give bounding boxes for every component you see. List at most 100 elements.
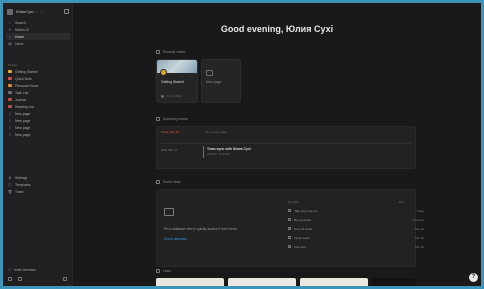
home-views-empty-text: Pin a database view to quickly access it… xyxy=(164,227,238,231)
chevron-down-icon: ⌄ xyxy=(40,10,44,14)
learn-card[interactable] xyxy=(372,278,416,286)
sidebar-page-item[interactable]: Getting Started xyxy=(6,68,70,75)
workspace-switcher[interactable]: Юлия Сухі ... ⌄ xyxy=(7,7,71,17)
inbox-icon: ▤ xyxy=(8,41,12,46)
due-header: Due xyxy=(399,200,405,204)
task-due: Today xyxy=(416,208,424,213)
sidebar-item-label: Settings xyxy=(15,175,28,180)
avatar xyxy=(161,94,164,98)
sidebar-item-label: Quick Note xyxy=(15,76,32,81)
card-meta: Jul 10, 2024 xyxy=(161,94,181,98)
recent-card-new-page[interactable]: New page xyxy=(201,59,241,103)
learn-card[interactable] xyxy=(300,278,368,286)
checkbox[interactable] xyxy=(288,217,292,222)
help-button[interactable]: ? xyxy=(469,273,478,282)
home-icon: ⌂ xyxy=(8,34,12,39)
page-icon xyxy=(8,104,12,109)
select-database-link[interactable]: Select database xyxy=(164,237,187,241)
task-row[interactable]: Buy groceries Yesterday xyxy=(288,215,424,224)
sidebar-page-item[interactable]: ▯ New page xyxy=(6,131,70,138)
page-title: Good evening, Юлия Сухі xyxy=(220,24,334,34)
workspace-name: Юлия Сухі ... xyxy=(16,10,38,14)
gear-icon: ⚙ xyxy=(8,175,12,180)
trash-icon: 🗑 xyxy=(7,189,13,194)
new-page-icon[interactable] xyxy=(64,9,69,14)
sidebar-item-settings[interactable]: ⚙ Settings xyxy=(6,174,70,181)
divider xyxy=(161,143,411,144)
sidebar-item-templates[interactable]: ◫ Templates xyxy=(6,181,70,188)
section-title: Home views xyxy=(163,180,181,184)
invite-icon: ⚇ xyxy=(8,268,12,272)
section-title: Recently visited xyxy=(163,50,186,54)
page-color-dot xyxy=(8,90,12,95)
sidebar-item-label: Getting Started xyxy=(15,69,38,74)
sidebar-item-trash[interactable]: 🗑 Trash xyxy=(6,188,70,195)
task-label: Take Fig to the vet xyxy=(294,208,318,213)
sidebar-page-item[interactable]: Personal Home xyxy=(6,82,70,89)
checkbox[interactable] xyxy=(288,235,292,240)
tasks-header: My tasks xyxy=(288,200,300,204)
task-row[interactable]: Take Fig to the vet Today xyxy=(288,206,424,215)
sidebar-item-notion-ai[interactable]: ✦ Notion AI xyxy=(6,26,70,33)
sidebar-item-label: Task List xyxy=(15,90,29,95)
event-title[interactable]: Team sync with Юлия Сухі xyxy=(207,147,251,151)
invite-members-button[interactable]: ⚇ Invite members xyxy=(8,268,36,272)
page-color-dot xyxy=(8,97,12,102)
help-docs-icon[interactable] xyxy=(63,277,67,281)
sidebar-page-item[interactable]: ▯ New page xyxy=(6,117,70,124)
task-row[interactable]: Finish report Mar 22 xyxy=(288,233,424,242)
checkbox[interactable] xyxy=(288,244,292,249)
card-title: New page xyxy=(206,80,222,84)
page-icon: ▯ xyxy=(9,111,11,116)
sidebar-private-section: Private Getting Started Quick Note Perso… xyxy=(6,62,70,138)
recent-card-getting-started[interactable]: Getting Started Jul 10, 2024 xyxy=(156,59,198,103)
calendar-icon[interactable] xyxy=(8,277,12,281)
task-due: Mar 20 xyxy=(415,226,424,231)
sidebar-item-label: Journal xyxy=(15,97,27,102)
sidebar-item-search[interactable]: ⌕ Search xyxy=(6,19,70,26)
sidebar-item-label: Notion AI xyxy=(15,27,29,32)
sidebar-item-label: New page xyxy=(15,118,31,123)
sidebar-footer-icons xyxy=(8,277,22,281)
event-color-bar xyxy=(203,146,205,158)
mail-icon[interactable] xyxy=(18,277,22,281)
learn-card[interactable] xyxy=(156,278,224,286)
page-color-dot xyxy=(8,83,12,88)
sidebar-page-item[interactable]: Quick Note xyxy=(6,75,70,82)
page-icon xyxy=(8,83,12,88)
sidebar: Юлия Сухі ... ⌄ ⌕ Search ✦ Notion AI ⌂ H… xyxy=(3,3,73,286)
sidebar-page-item[interactable]: ▯ New page xyxy=(6,110,70,117)
page-icon xyxy=(160,69,167,76)
home-views-header: Home views xyxy=(156,180,180,184)
sidebar-item-inbox[interactable]: ▤ Inbox xyxy=(6,40,70,47)
sidebar-item-label: Templates xyxy=(15,182,31,187)
app-window: Юлия Сухі ... ⌄ ⌕ Search ✦ Notion AI ⌂ H… xyxy=(3,3,481,286)
sidebar-page-item[interactable]: Reading List xyxy=(6,103,70,110)
task-due: Mar 25 xyxy=(415,244,424,249)
page-icon xyxy=(8,69,12,74)
sidebar-page-item[interactable]: Task List xyxy=(6,89,70,96)
sidebar-item-label: Reading List xyxy=(15,104,34,109)
event-date-today: Today Mar 26 xyxy=(161,130,180,134)
sidebar-page-item[interactable]: Journal xyxy=(6,96,70,103)
task-row[interactable]: Drop off books Mar 20 xyxy=(288,224,424,233)
task-row[interactable]: Call mom Mar 25 xyxy=(288,242,424,251)
sidebar-page-item[interactable]: ▯ New page xyxy=(6,124,70,131)
learn-header: Learn xyxy=(156,269,171,273)
sidebar-item-label: New page xyxy=(15,132,31,137)
sidebar-top-nav: ⌕ Search ✦ Notion AI ⌂ Home ▤ Inbox xyxy=(6,19,70,47)
checkbox[interactable] xyxy=(288,226,292,231)
sidebar-item-label: Inbox xyxy=(15,41,24,46)
workspace-avatar xyxy=(7,9,13,15)
task-due: Mar 22 xyxy=(415,235,424,240)
sidebar-item-label: Personal Home xyxy=(15,83,39,88)
main-content: Good evening, Юлия Сухі Recently visited… xyxy=(73,3,481,286)
section-title: Upcoming events xyxy=(163,117,188,121)
checkbox[interactable] xyxy=(288,208,292,213)
book-icon xyxy=(156,269,160,273)
upcoming-events-panel xyxy=(156,126,416,169)
clock-icon xyxy=(156,50,160,54)
task-label: Call mom xyxy=(294,244,306,249)
learn-card[interactable] xyxy=(228,278,296,286)
sidebar-item-home[interactable]: ⌂ Home xyxy=(6,33,70,40)
